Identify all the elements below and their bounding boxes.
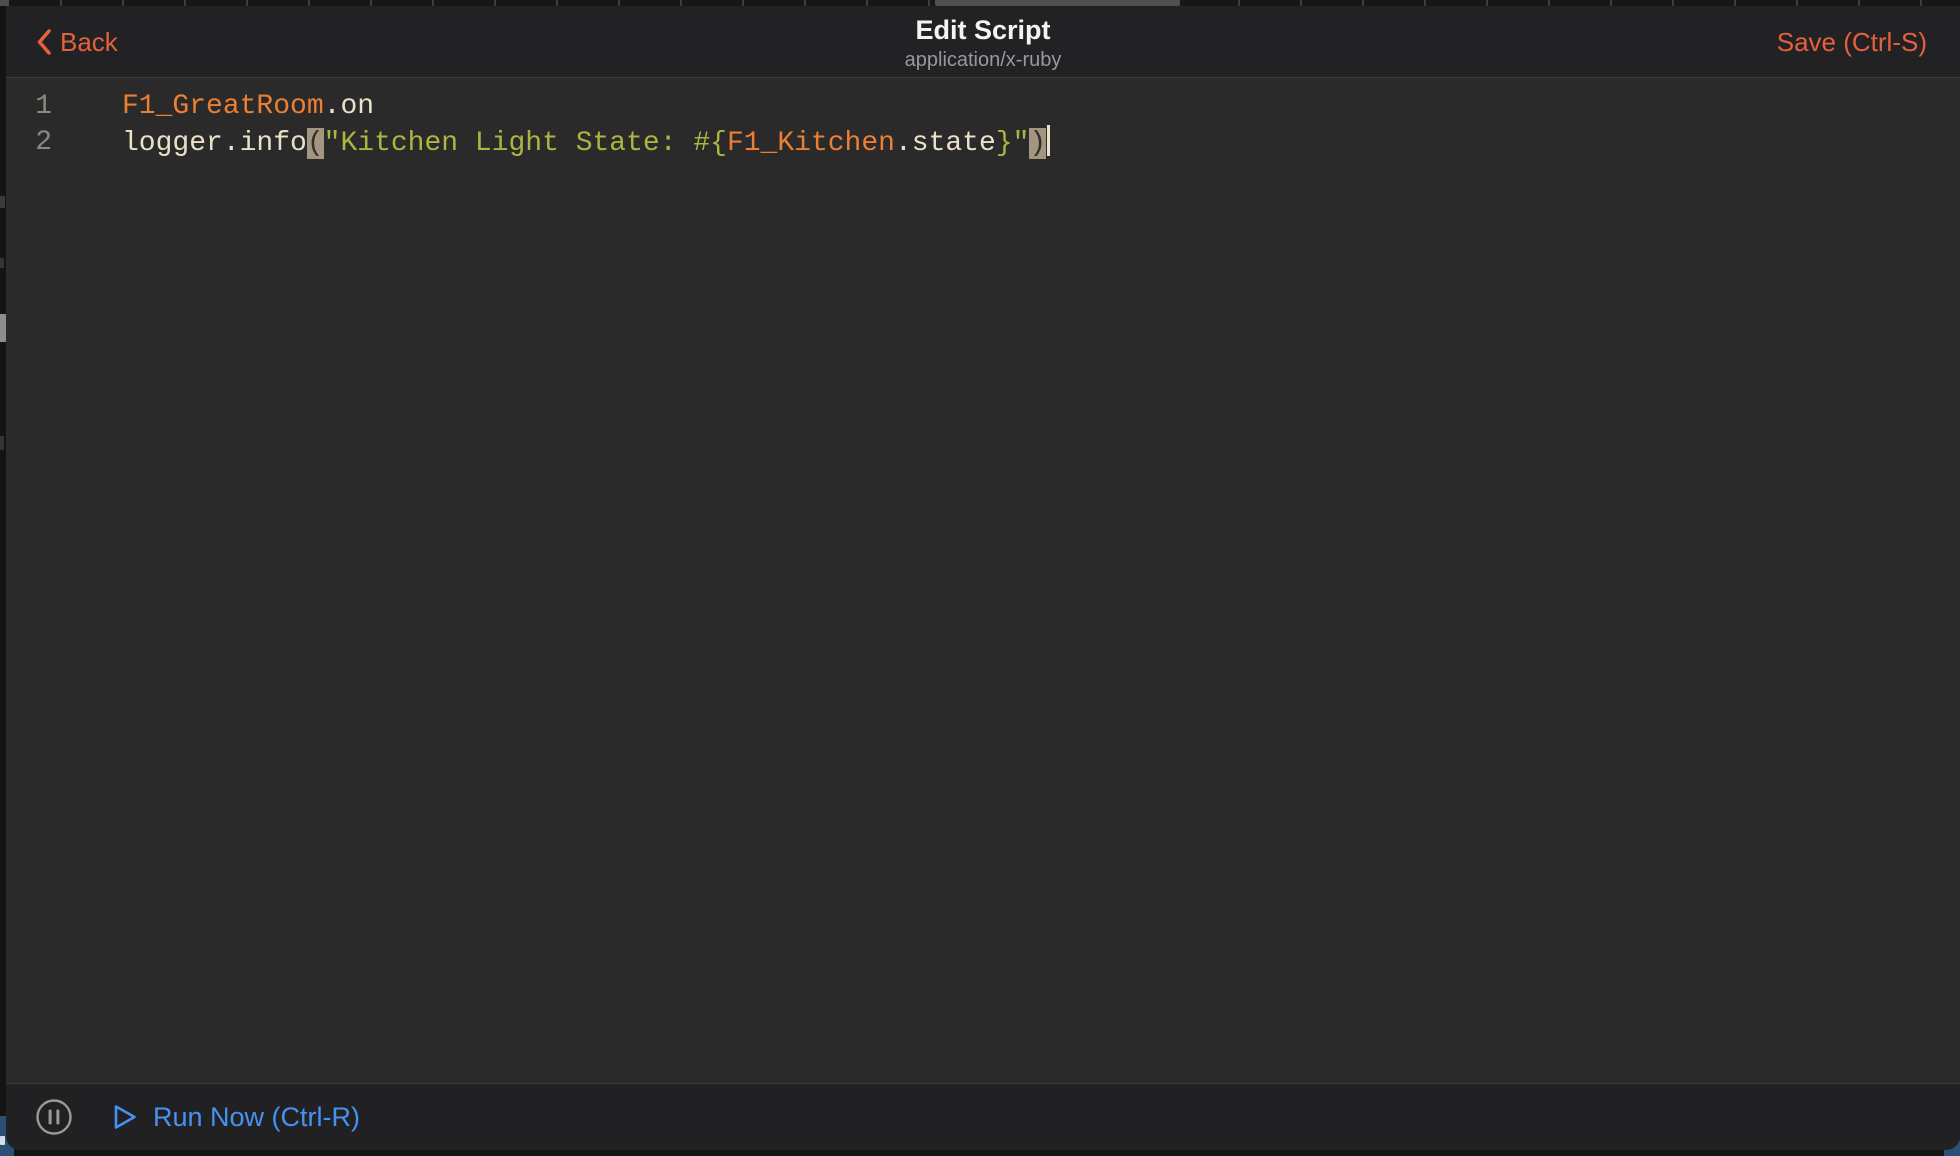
background-white-mark [0, 1136, 5, 1145]
play-icon [113, 1103, 138, 1131]
back-button-label: Back [60, 29, 118, 55]
code-lines: 1 F1_GreatRoom.on 2 logger.info("Kitchen Li… [6, 89, 1960, 161]
code-text: F1_GreatRoom.on [122, 89, 374, 125]
pause-circle-icon[interactable] [35, 1098, 73, 1136]
line-number: 1 [6, 89, 52, 125]
code-line[interactable]: 2 logger.info("Kitchen Light State: #{F1_… [6, 125, 1960, 161]
mime-type-label: application/x-ruby [6, 47, 1960, 73]
token-plain: logger.info [122, 128, 307, 159]
code-text: logger.info("Kitchen Light State: #{F1_K… [122, 125, 1050, 161]
bottom-toolbar: Run Now (Ctrl-R) [6, 1083, 1960, 1150]
token-plain: .on [324, 91, 374, 122]
background-fragment [0, 196, 5, 208]
navbar: Back Edit Script application/x-ruby Save… [6, 6, 1960, 78]
line-number: 2 [6, 125, 52, 161]
token-string: "Kitchen Light State: [324, 128, 694, 159]
code-editor[interactable]: 1 F1_GreatRoom.on 2 logger.info("Kitchen Li… [6, 78, 1960, 1083]
token-plain: .state [895, 128, 996, 159]
text-cursor [1047, 125, 1050, 156]
chevron-left-icon [36, 29, 52, 55]
page-title: Edit Script [6, 14, 1960, 46]
token-bracket: ( [307, 128, 324, 159]
back-button[interactable]: Back [36, 29, 118, 55]
token-atom: F1_GreatRoom [122, 91, 324, 122]
token-atom: F1_Kitchen [727, 128, 895, 159]
title-block: Edit Script application/x-ruby [6, 14, 1960, 73]
run-now-label: Run Now (Ctrl-R) [153, 1104, 360, 1131]
run-now-button[interactable]: Run Now (Ctrl-R) [113, 1103, 360, 1131]
code-line[interactable]: 1 F1_GreatRoom.on [6, 89, 1960, 125]
background-fragment [0, 436, 4, 450]
background-fragment [0, 258, 4, 268]
save-button[interactable]: Save (Ctrl-S) [1777, 29, 1927, 55]
token-string: #{ [693, 128, 727, 159]
edit-script-modal: Back Edit Script application/x-ruby Save… [6, 6, 1960, 1150]
token-bracket: ) [1029, 128, 1046, 159]
token-string: }" [996, 128, 1030, 159]
